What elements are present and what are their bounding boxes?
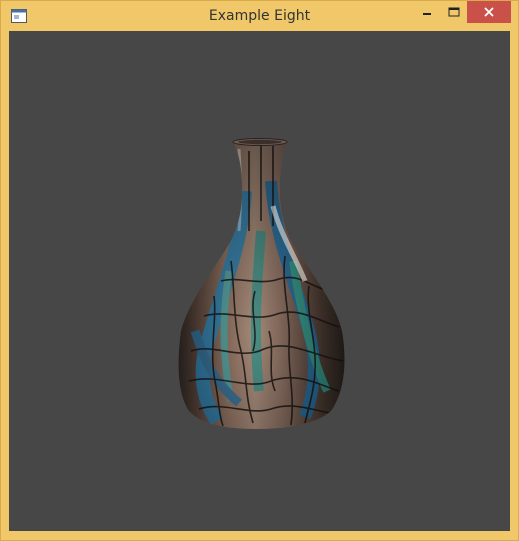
app-window: Example Eight <box>0 0 519 541</box>
minimize-icon <box>422 13 431 15</box>
maximize-icon <box>448 7 459 17</box>
close-icon <box>484 7 494 17</box>
title-bar[interactable]: Example Eight <box>1 1 518 31</box>
close-button[interactable] <box>467 1 511 23</box>
minimize-button[interactable] <box>413 1 440 23</box>
vase-render <box>178 138 345 429</box>
maximize-button[interactable] <box>440 1 467 23</box>
window-app-icon[interactable] <box>11 9 27 23</box>
render-viewport[interactable] <box>9 31 510 531</box>
